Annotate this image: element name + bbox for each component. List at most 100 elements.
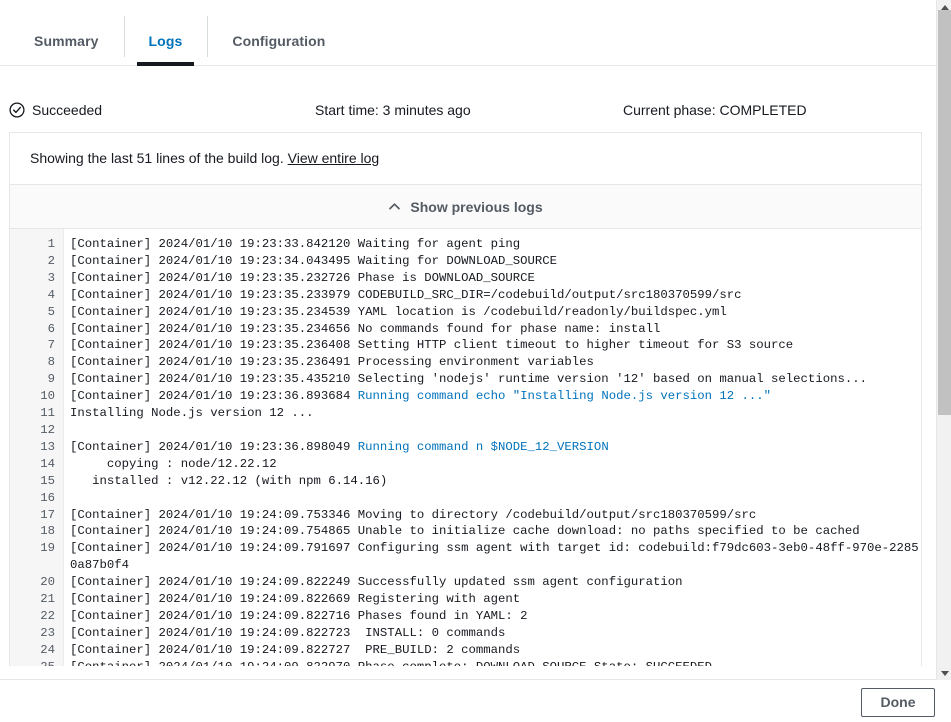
log-line: 25 [Container] 2024/01/10 19:24:09.822970… — [10, 659, 921, 666]
log-line-number: 10 — [10, 388, 63, 405]
build-log-panel: Showing the last 51 lines of the build l… — [9, 132, 922, 666]
log-line-text: [Container] 2024/01/10 19:24:09.754865 U… — [63, 523, 921, 540]
log-plain-text: [Container] 2024/01/10 19:24:09.822727 P… — [70, 643, 520, 657]
log-line: 20[Container] 2024/01/10 19:24:09.822249… — [10, 574, 921, 591]
log-plain-text: [Container] 2024/01/10 19:24:09.822716 P… — [70, 609, 528, 623]
log-plain-text: [Container] 2024/01/10 19:24:09.791697 C… — [70, 541, 919, 572]
footer-bar: Done — [0, 679, 951, 722]
log-line: 3 [Container] 2024/01/10 19:23:35.232726 … — [10, 270, 921, 287]
log-line: 18[Container] 2024/01/10 19:24:09.754865… — [10, 523, 921, 540]
tab-logs[interactable]: Logs — [124, 34, 208, 65]
page-scrollbar[interactable] — [936, 0, 951, 680]
log-line-text: [Container] 2024/01/10 19:23:35.232726 P… — [63, 270, 921, 287]
log-line-text: installed : v12.22.12 (with npm 6.14.16) — [63, 473, 921, 490]
log-plain-text: [Container] 2024/01/10 19:23:35.232726 P… — [70, 271, 535, 285]
log-plain-text: [Container] 2024/01/10 19:23:36.898049 — [70, 440, 358, 454]
log-line-text: [Container] 2024/01/10 19:23:35.234656 N… — [63, 321, 921, 338]
log-line: 6 [Container] 2024/01/10 19:23:35.234656 … — [10, 321, 921, 338]
log-line-list: 1 [Container] 2024/01/10 19:23:33.842120 … — [10, 236, 921, 666]
log-plain-text: [Container] 2024/01/10 19:23:35.234656 N… — [70, 322, 660, 336]
log-plain-text: copying : node/12.22.12 — [70, 457, 277, 471]
log-line-text: [Container] 2024/01/10 19:23:34.043495 W… — [63, 253, 921, 270]
log-panel-header: Showing the last 51 lines of the build l… — [10, 133, 921, 185]
log-line-text: [Container] 2024/01/10 19:23:33.842120 W… — [63, 236, 921, 253]
log-line-number: 17 — [10, 507, 63, 524]
log-command-text: Running command n $NODE_12_VERSION — [358, 440, 609, 454]
log-line-text: [Container] 2024/01/10 19:24:09.753346 M… — [63, 507, 921, 524]
log-line: 9 [Container] 2024/01/10 19:23:35.435210 … — [10, 371, 921, 388]
log-line-text: [Container] 2024/01/10 19:24:09.822716 P… — [63, 608, 921, 625]
log-line: 8 [Container] 2024/01/10 19:23:35.236491 … — [10, 354, 921, 371]
show-previous-logs-button[interactable]: Show previous logs — [10, 185, 921, 229]
page-scrollbar-thumb[interactable] — [938, 10, 951, 415]
log-line: 14 copying : node/12.22.12 — [10, 456, 921, 473]
log-plain-text: [Container] 2024/01/10 19:23:35.435210 S… — [70, 372, 867, 386]
log-line-number: 11 — [10, 405, 63, 422]
view-entire-log-link[interactable]: View entire log — [288, 150, 380, 166]
log-line-number: 24 — [10, 642, 63, 659]
done-button[interactable]: Done — [861, 688, 935, 717]
log-line-number: 12 — [10, 422, 63, 439]
log-line-number: 15 — [10, 473, 63, 490]
log-line: 24 [Container] 2024/01/10 19:24:09.822727… — [10, 642, 921, 659]
log-plain-text: [Container] 2024/01/10 19:24:09.754865 U… — [70, 524, 860, 538]
log-line-number: 6 — [10, 321, 63, 338]
log-line: 17[Container] 2024/01/10 19:24:09.753346… — [10, 507, 921, 524]
log-line-text: [Container] 2024/01/10 19:24:09.822727 P… — [63, 642, 921, 659]
log-output[interactable]: 1 [Container] 2024/01/10 19:23:33.842120 … — [10, 229, 921, 666]
log-line-number: 14 — [10, 456, 63, 473]
page-scroll-column: Summary Logs Configuration Succeeded St — [0, 0, 936, 722]
log-plain-text: [Container] 2024/01/10 19:23:34.043495 W… — [70, 254, 557, 268]
log-line-number: 5 — [10, 304, 63, 321]
log-plain-text: [Container] 2024/01/10 19:24:09.822249 S… — [70, 575, 683, 589]
show-previous-logs-label: Show previous logs — [410, 199, 542, 215]
log-plain-text: Installing Node.js version 12 ... — [70, 406, 314, 420]
log-line-text: Installing Node.js version 12 ... — [63, 405, 921, 422]
log-line: 5[Container] 2024/01/10 19:23:35.234539 … — [10, 304, 921, 321]
log-line-text: [Container] 2024/01/10 19:24:09.822723 I… — [63, 625, 921, 642]
log-line-number: 2 — [10, 253, 63, 270]
log-line-text: [Container] 2024/01/10 19:24:09.791697 C… — [63, 540, 921, 574]
log-line-text: [Container] 2024/01/10 19:23:36.898049 R… — [63, 439, 921, 456]
log-plain-text: [Container] 2024/01/10 19:23:35.236491 P… — [70, 355, 594, 369]
log-line-number: 1 — [10, 236, 63, 253]
log-line-text — [63, 422, 921, 439]
status-state-label: Succeeded — [32, 102, 102, 118]
log-line-number: 9 — [10, 371, 63, 388]
log-line-number: 19 — [10, 540, 63, 557]
log-line-text: [Container] 2024/01/10 19:23:35.435210 S… — [63, 371, 921, 388]
log-line-number: 8 — [10, 354, 63, 371]
tab-logs-label: Logs — [149, 33, 183, 49]
log-line-number: 3 — [10, 270, 63, 287]
log-line-text: [Container] 2024/01/10 19:24:09.822249 S… — [63, 574, 921, 591]
check-circle-icon — [9, 102, 25, 118]
log-plain-text: [Container] 2024/01/10 19:24:09.822970 P… — [70, 660, 712, 666]
status-current-phase: Current phase: COMPLETED — [623, 102, 807, 118]
status-badge: Succeeded — [9, 102, 315, 118]
log-line-text: [Container] 2024/01/10 19:24:09.822669 R… — [63, 591, 921, 608]
log-line: 22 [Container] 2024/01/10 19:24:09.822716… — [10, 608, 921, 625]
log-plain-text: [Container] 2024/01/10 19:23:35.233979 C… — [70, 288, 742, 302]
tab-summary[interactable]: Summary — [9, 34, 124, 65]
log-line-text — [63, 490, 921, 507]
log-line: 15 installed : v12.22.12 (with npm 6.14.… — [10, 473, 921, 490]
log-line-text: [Container] 2024/01/10 19:24:09.822970 P… — [63, 659, 921, 666]
log-line: 16 — [10, 490, 921, 507]
tab-configuration[interactable]: Configuration — [207, 34, 350, 65]
build-details-panel: Summary Logs Configuration Succeeded St — [0, 0, 951, 722]
log-line: 13[Container] 2024/01/10 19:23:36.898049… — [10, 439, 921, 456]
log-line-number: 25 — [10, 659, 63, 666]
log-line: 23[Container] 2024/01/10 19:24:09.822723… — [10, 625, 921, 642]
tab-summary-label: Summary — [34, 33, 99, 49]
log-line-text: copying : node/12.22.12 — [63, 456, 921, 473]
scroll-down-arrow-icon[interactable] — [937, 666, 951, 680]
log-plain-text: [Container] 2024/01/10 19:24:09.822723 I… — [70, 626, 505, 640]
log-line-number: 22 — [10, 608, 63, 625]
log-line-number: 21 — [10, 591, 63, 608]
log-plain-text: [Container] 2024/01/10 19:24:09.822669 R… — [70, 592, 520, 606]
log-header-text: Showing the last 51 lines of the build l… — [30, 150, 284, 166]
log-plain-text: [Container] 2024/01/10 19:23:35.236408 S… — [70, 338, 793, 352]
log-line-number: 4 — [10, 287, 63, 304]
log-line: 7[Container] 2024/01/10 19:23:35.236408 … — [10, 337, 921, 354]
log-plain-text: [Container] 2024/01/10 19:23:33.842120 W… — [70, 237, 520, 251]
